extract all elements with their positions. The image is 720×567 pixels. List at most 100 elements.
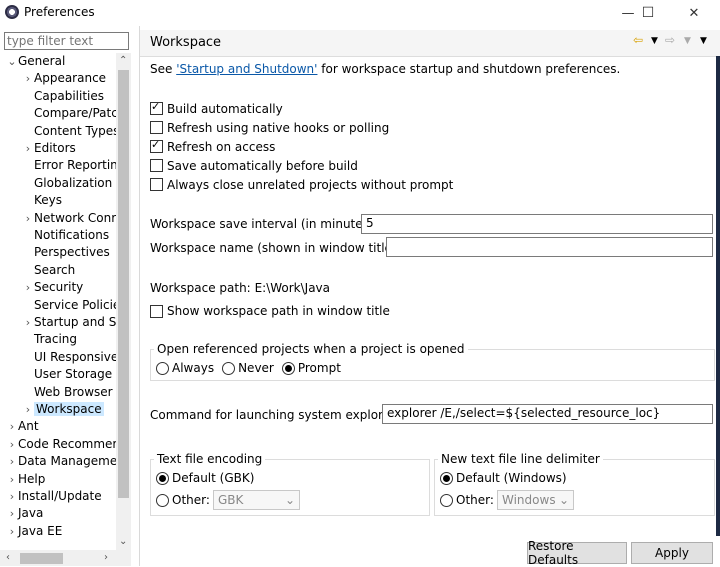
checkbox-box[interactable]: [150, 178, 163, 191]
chevron-right-icon[interactable]: ›: [22, 140, 34, 157]
back-arrow-icon[interactable]: ⇦: [633, 33, 643, 47]
tree-item[interactable]: Perspectives: [22, 244, 110, 261]
delimiter-default-radio[interactable]: Default (Windows): [440, 471, 567, 485]
workspace-checkbox[interactable]: Always close unrelated projects without …: [150, 175, 453, 194]
radio-dot[interactable]: [156, 361, 169, 375]
chevron-right-icon[interactable]: ›: [6, 418, 18, 435]
tree-item[interactable]: › Appearance: [22, 70, 106, 87]
radio-dot[interactable]: [281, 361, 295, 375]
open-referenced-never-radio[interactable]: Never: [222, 361, 274, 375]
checkbox-box[interactable]: [150, 100, 163, 115]
tree-item[interactable]: › Install/Update: [6, 488, 102, 505]
forward-arrow-icon[interactable]: ⇨: [665, 33, 675, 47]
explorer-command-field[interactable]: explorer /E,/select=${selected_resource_…: [382, 404, 713, 424]
scroll-right-icon[interactable]: ›: [104, 552, 108, 563]
encoding-other-combo[interactable]: GBK ⌄: [213, 490, 300, 510]
scroll-up-icon[interactable]: ⌃: [119, 55, 127, 66]
startup-shutdown-link[interactable]: 'Startup and Shutdown': [176, 62, 317, 76]
encoding-default-radio[interactable]: Default (GBK): [156, 471, 254, 485]
tree-item[interactable]: Globalization: [22, 175, 112, 192]
open-referenced-always-radio[interactable]: Always: [156, 361, 214, 375]
tree-item[interactable]: › Editors: [22, 140, 76, 157]
tree-item[interactable]: Web Browser: [22, 384, 113, 401]
checkbox-box[interactable]: [150, 121, 163, 134]
show-path-box[interactable]: [150, 304, 163, 318]
checkbox-box[interactable]: [150, 138, 163, 153]
checkbox-box[interactable]: [150, 159, 163, 172]
tree-item[interactable]: › Help: [6, 471, 46, 488]
scroll-left-icon[interactable]: ‹: [6, 552, 10, 563]
tree-item[interactable]: Compare/Patc: [22, 105, 116, 122]
chevron-right-icon[interactable]: ›: [6, 488, 18, 505]
chevron-right-icon[interactable]: ›: [6, 436, 18, 453]
show-path-checkbox[interactable]: Show workspace path in window title: [150, 304, 390, 318]
chevron-right-icon[interactable]: ›: [22, 210, 34, 227]
delimiter-other-radio[interactable]: Other:: [440, 493, 494, 507]
tree-item[interactable]: › Workspace: [22, 401, 104, 418]
tree-hscroll-thumb[interactable]: [20, 553, 63, 564]
tree-item[interactable]: › Java EE: [6, 523, 63, 540]
tree-item[interactable]: Service Policie: [22, 297, 116, 314]
encoding-title: Text file encoding: [154, 452, 266, 466]
delimiter-default-dot[interactable]: [440, 471, 453, 485]
delimiter-other-label: Other:: [456, 493, 494, 507]
workspace-checkbox[interactable]: Refresh using native hooks or polling: [150, 118, 453, 137]
pane-divider[interactable]: [139, 26, 140, 566]
tree-item[interactable]: Tracing: [22, 331, 77, 348]
chevron-right-icon[interactable]: ›: [22, 314, 34, 331]
tree-item[interactable]: › Startup and Sh: [22, 314, 116, 331]
tree-item[interactable]: › Ant: [6, 418, 39, 435]
tree-item[interactable]: Error Reportin: [22, 157, 116, 174]
tree-item[interactable]: › Java: [6, 505, 44, 522]
tree-item[interactable]: › Network Conr: [22, 210, 116, 227]
tree-item[interactable]: User Storage S: [22, 366, 116, 383]
encoding-other-radio[interactable]: Other:: [156, 493, 210, 507]
restore-defaults-button[interactable]: Restore Defaults: [527, 539, 627, 567]
save-interval-field[interactable]: 5: [361, 214, 713, 234]
delimiter-other-dot[interactable]: [440, 493, 453, 507]
tree-item[interactable]: › Code Recommer: [6, 436, 116, 453]
tree-item[interactable]: › Data Managemer: [6, 453, 116, 470]
workspace-checkbox[interactable]: Refresh on access: [150, 137, 453, 156]
chevron-down-icon[interactable]: ⌄: [6, 53, 18, 70]
scroll-down-icon[interactable]: ⌄: [119, 536, 127, 547]
tree-item-label: Search: [34, 262, 76, 277]
encoding-default-dot[interactable]: [156, 471, 169, 485]
forward-menu-icon[interactable]: ▼: [684, 36, 691, 46]
close-button[interactable]: ✕: [672, 0, 716, 26]
tree-item[interactable]: Content Types: [22, 123, 116, 140]
view-menu-icon[interactable]: ▼: [700, 36, 707, 46]
save-interval-label: Workspace save interval (in minutes):: [150, 217, 378, 231]
apply-button[interactable]: Apply: [631, 542, 713, 564]
tree-item[interactable]: Keys: [22, 192, 62, 209]
chevron-right-icon[interactable]: ›: [6, 505, 18, 522]
tree-item[interactable]: Capabilities: [22, 88, 104, 105]
chevron-right-icon[interactable]: ›: [22, 70, 34, 87]
chevron-right-icon[interactable]: ›: [6, 523, 18, 540]
radio-label: Always: [172, 361, 215, 375]
tree-item[interactable]: Notifications: [22, 227, 109, 244]
workspace-checkbox[interactable]: Build automatically: [150, 99, 453, 118]
chevron-right-icon[interactable]: ›: [6, 453, 18, 470]
tree-item[interactable]: Search: [22, 262, 75, 279]
workspace-name-field[interactable]: [386, 237, 713, 257]
filter-input[interactable]: [4, 32, 129, 50]
back-menu-icon[interactable]: ▼: [651, 36, 658, 46]
chevron-right-icon[interactable]: ›: [22, 279, 34, 296]
maximize-button[interactable]: ☐: [626, 0, 670, 26]
tree-item[interactable]: ⌄General: [6, 53, 65, 70]
tree-item-label: Startup and Sh: [34, 315, 116, 329]
delimiter-group: [434, 459, 715, 516]
encoding-other-dot[interactable]: [156, 493, 169, 507]
workspace-checkbox[interactable]: Save automatically before build: [150, 156, 453, 175]
delimiter-other-combo[interactable]: Windows ⌄: [497, 490, 574, 510]
chevron-right-icon[interactable]: ›: [22, 401, 34, 418]
tree-item[interactable]: UI Responsive: [22, 349, 116, 366]
tree-scroll-thumb[interactable]: [118, 70, 129, 498]
chevron-down-icon: ⌄: [558, 493, 569, 507]
open-referenced-prompt-radio[interactable]: Prompt: [281, 361, 341, 375]
chevron-right-icon[interactable]: ›: [6, 471, 18, 488]
tree-item-label: Java: [18, 506, 44, 521]
radio-dot[interactable]: [222, 361, 236, 375]
tree-item[interactable]: › Security: [22, 279, 83, 296]
